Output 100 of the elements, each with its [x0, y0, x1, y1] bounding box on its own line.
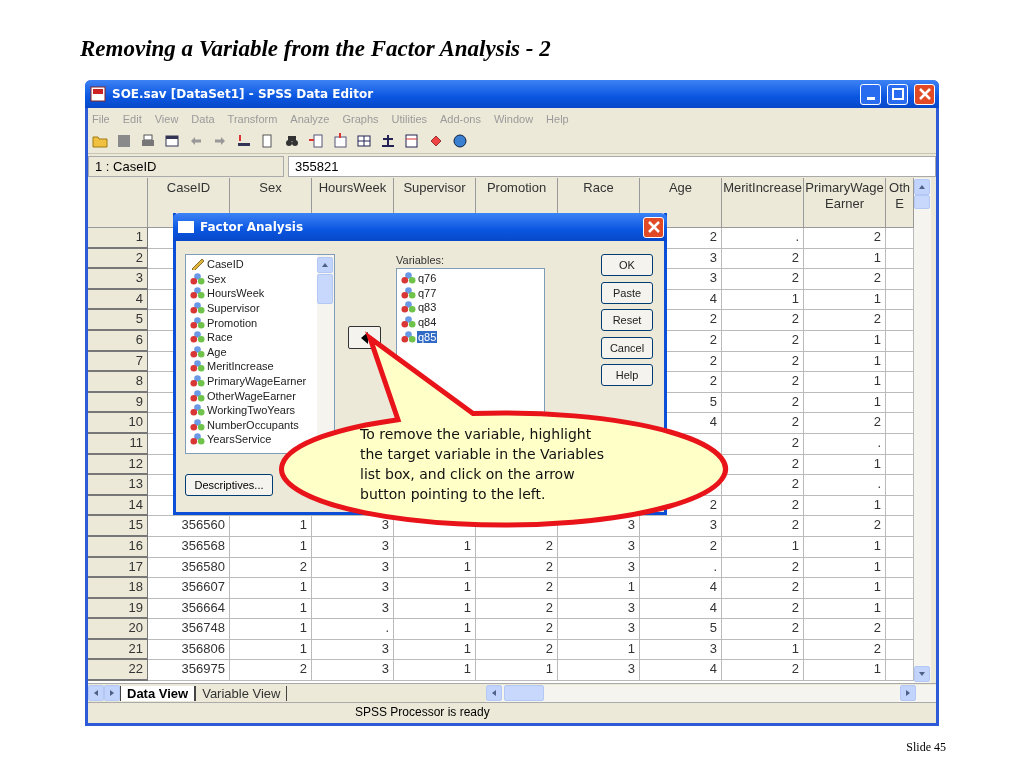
close-button[interactable]	[914, 83, 935, 105]
dialog-close-button[interactable]	[643, 216, 664, 238]
dialog-button[interactable]: OK	[601, 254, 653, 276]
folder-icon[interactable]	[92, 133, 108, 149]
row-number[interactable]: 13	[88, 475, 148, 496]
row-number[interactable]: 15	[88, 516, 148, 537]
window-title: SOE.sav [DataSet1] - SPSS Data Editor	[112, 87, 375, 101]
nominal-variable-icon	[401, 286, 416, 299]
list-item[interactable]: MeritIncrease	[206, 360, 275, 373]
row-number[interactable]: 7	[88, 351, 148, 373]
row-number[interactable]: 5	[88, 310, 148, 331]
row-number[interactable]: 8	[88, 372, 148, 393]
row-number[interactable]: 14	[88, 495, 148, 517]
list-scroll-thumb[interactable]	[317, 274, 333, 304]
table-cell: 1	[804, 372, 886, 393]
dialog-button[interactable]: Cancel	[601, 336, 653, 359]
column-header[interactable]: Oth E	[886, 178, 914, 228]
row-number[interactable]: 18	[88, 578, 148, 599]
table-cell: 1	[804, 660, 886, 682]
row-number[interactable]: 2	[88, 248, 148, 270]
binoculars-icon[interactable]	[284, 133, 300, 149]
dialog-button[interactable]: Paste	[601, 281, 653, 304]
scroll-left-button[interactable]	[486, 685, 502, 701]
column-header[interactable]: MeritIncrease	[722, 178, 804, 228]
column-header[interactable]: PrimaryWageEarner	[804, 178, 886, 228]
row-number[interactable]: 9	[88, 392, 148, 414]
table-cell: 2	[722, 598, 804, 620]
view-tab[interactable]: Data View	[120, 685, 196, 701]
scroll-thumb[interactable]	[914, 195, 930, 209]
row-number[interactable]: 11	[88, 433, 148, 455]
row-number[interactable]: 12	[88, 454, 148, 476]
table-cell: 3	[312, 639, 394, 661]
table-cell: 3	[312, 660, 394, 682]
list-item[interactable]: WorkingTwoYears	[206, 404, 297, 417]
list-item[interactable]: YearsService	[206, 433, 273, 446]
descriptives-button[interactable]: Descriptives...	[185, 474, 273, 496]
view-tab[interactable]: Variable View	[195, 685, 288, 701]
minimize-button[interactable]	[860, 83, 881, 105]
nominal-variable-icon	[401, 316, 416, 329]
tab-scroll-right-button[interactable]	[104, 685, 120, 701]
maximize-button[interactable]	[887, 83, 908, 105]
list-scroll-up-button[interactable]	[317, 257, 333, 273]
select-cases-icon[interactable]	[404, 133, 420, 149]
dialog-button[interactable]: Reset	[601, 309, 653, 331]
row-number[interactable]: 20	[88, 619, 148, 640]
column-header[interactable]: Age	[640, 178, 722, 228]
up-arrow-icon	[321, 261, 329, 269]
row-number[interactable]: 6	[88, 330, 148, 352]
scale-icon[interactable]	[380, 133, 396, 149]
scroll-thumb[interactable]	[504, 685, 544, 701]
list-item[interactable]: Promotion	[206, 316, 259, 329]
insert-variable-icon[interactable]	[332, 133, 348, 149]
row-number[interactable]: 17	[88, 557, 148, 579]
list-item[interactable]: PrimaryWageEarner	[206, 375, 308, 388]
row-number[interactable]: 4	[88, 289, 148, 311]
list-item[interactable]: q84	[417, 316, 438, 329]
list-item[interactable]: q85	[417, 330, 438, 343]
value-labels-icon[interactable]	[428, 133, 444, 149]
table-cell: 1	[558, 578, 640, 599]
table-cell: 1	[804, 454, 886, 476]
row-number[interactable]: 22	[88, 660, 148, 682]
print-icon[interactable]	[140, 133, 156, 149]
table-cell: 356560	[148, 516, 230, 537]
list-item[interactable]: Sex	[206, 272, 227, 285]
nominal-variable-icon	[190, 360, 205, 373]
row-number[interactable]: 1	[88, 228, 148, 249]
list-item[interactable]: OtherWageEarner	[206, 389, 297, 402]
list-item[interactable]: q83	[417, 301, 438, 314]
row-number[interactable]: 10	[88, 413, 148, 434]
table-cell: 2	[804, 269, 886, 290]
list-item[interactable]: CaseID	[206, 258, 245, 271]
tab-scroll-left-button[interactable]	[88, 685, 104, 701]
goto-case-icon[interactable]	[236, 133, 252, 149]
list-item[interactable]: Race	[206, 331, 234, 344]
table-cell: 2	[476, 639, 558, 661]
globe-icon[interactable]	[452, 133, 468, 149]
list-item[interactable]: Supervisor	[206, 302, 261, 315]
cell-value-field[interactable]: 355821	[288, 155, 936, 177]
scroll-up-button[interactable]	[914, 179, 930, 195]
table-cell: 2	[804, 310, 886, 331]
row-number[interactable]: 19	[88, 598, 148, 620]
scroll-down-button[interactable]	[914, 666, 930, 682]
grid-icon[interactable]	[356, 133, 372, 149]
table-icon[interactable]	[164, 133, 180, 149]
list-item[interactable]: q76	[417, 272, 438, 285]
row-number[interactable]: 21	[88, 639, 148, 661]
vertical-scrollbar[interactable]	[914, 178, 931, 683]
row-number[interactable]: 16	[88, 536, 148, 558]
scroll-right-button[interactable]	[900, 685, 916, 701]
row-number[interactable]: 3	[88, 269, 148, 290]
horizontal-scrollbar[interactable]	[486, 684, 936, 702]
table-cell: 3	[312, 557, 394, 579]
table-cell: 356975	[148, 660, 230, 682]
list-item[interactable]: q77	[417, 286, 438, 299]
list-item[interactable]: Age	[206, 345, 228, 358]
maximize-icon	[891, 88, 904, 100]
insert-cases-icon[interactable]	[308, 133, 324, 149]
dialog-button[interactable]: Help	[601, 364, 653, 386]
list-item[interactable]: NumberOccupants	[206, 418, 300, 431]
list-item[interactable]: HoursWeek	[206, 287, 266, 300]
